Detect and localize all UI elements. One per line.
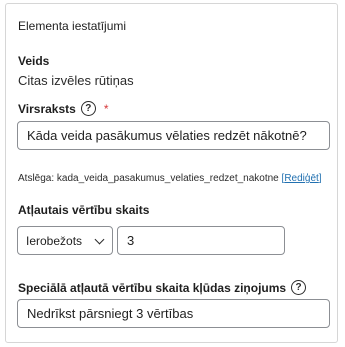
type-label: Veids [18,54,50,68]
question-circle-icon[interactable]: ? [80,101,96,116]
error-message-label-row: Speciālā atļautā vērtību skaita kļūdas z… [18,280,307,295]
error-message-label: Speciālā atļautā vērtību skaita kļūdas z… [18,280,287,295]
error-message-input[interactable]: Nedrīkst pārsniegt 3 vērtības [17,299,330,328]
chevron-down-icon [94,234,105,245]
question-circle-icon[interactable]: ? [291,280,307,295]
key-info: Atslēga: kada_veida_pasakumus_velaties_r… [18,173,322,184]
required-indicator: * [103,101,109,116]
limit-count-value: 3 [127,233,135,248]
type-value: Citas izvēles rūtiņas [18,73,134,88]
element-settings-panel: Elementa iestatījumi Veids Citas izvēles… [5,3,338,343]
key-value: kada_veida_pasakumus_velaties_redzet_nak… [56,173,279,184]
limit-count-input[interactable]: 3 [117,226,285,255]
heading-input[interactable]: Kāda veida pasākumus vēlaties redzēt nāk… [17,121,330,150]
edit-key-link[interactable]: [Rediģēt] [282,173,322,184]
edit-key-label[interactable]: Rediģēt [284,173,318,184]
limit-type-value: Ierobežots [26,233,83,248]
heading-label-row: Virsraksts ? * [18,101,109,116]
error-message-value: Nedrīkst pārsniegt 3 vērtības [27,306,194,321]
heading-label: Virsraksts [18,101,76,116]
allowed-count-label: Atļautais vērtību skaits [18,203,150,217]
key-prefix: Atslēga: [18,173,57,184]
heading-input-value: Kāda veida pasākumus vēlaties redzēt nāk… [27,128,307,143]
panel-title: Elementa iestatījumi [18,19,127,33]
limit-type-select[interactable]: Ierobežots [17,226,113,255]
